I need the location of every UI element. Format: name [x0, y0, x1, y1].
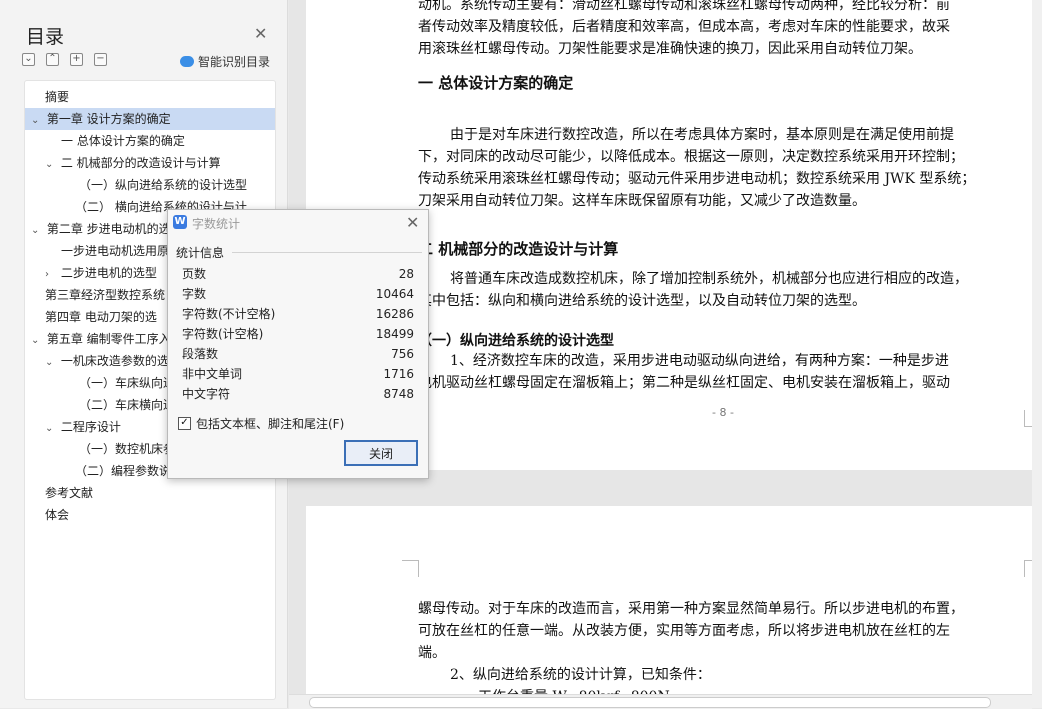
margin-corner — [402, 560, 419, 577]
chevron-down-icon[interactable]: ⌄ — [31, 220, 43, 240]
checkbox[interactable]: ✓ — [178, 417, 191, 430]
paragraph: 1、经济数控车床的改造，采用步进电动驱动纵向进给，有两种方案：一种是步进 电机驱… — [418, 353, 950, 391]
chevron-down-icon[interactable]: ⌄ — [45, 352, 57, 372]
smart-toc-label: 智能识别目录 — [198, 55, 271, 69]
chevron-down-icon[interactable]: ⌄ — [31, 110, 43, 130]
close-icon[interactable]: ✕ — [254, 24, 267, 43]
stat-row: 字符数(计空格) 18499 — [182, 327, 414, 341]
stat-row: 非中文单词 1716 — [182, 367, 414, 381]
toc-item[interactable]: （一）纵向进给系统的设计选型 — [25, 174, 275, 196]
dialog-title: 字数统计 — [192, 217, 241, 231]
section-heading: 一 总体设计方案的确定 — [418, 74, 574, 92]
stat-row: 段落数 756 — [182, 347, 414, 361]
stat-row: 字数 10464 — [182, 287, 414, 301]
word-count-dialog: W 字数统计 ✕ 统计信息 页数 28 字数 10464 字符数(不计空格) 1628… — [167, 209, 429, 479]
collapse-all-icon[interactable]: ⌄ — [22, 53, 35, 66]
stat-row: 中文字符 8748 — [182, 387, 414, 401]
include-textbox-checkbox[interactable]: ✓ 包括文本框、脚注和尾注(F) — [178, 415, 344, 432]
remove-icon[interactable]: − — [94, 53, 107, 66]
stat-row: 页数 28 — [182, 267, 414, 281]
paragraph: 由于是对车床进行数控改造，所以在考虑具体方案时，基本原则是在满足使用前提 下，对… — [418, 127, 976, 209]
page-number: - 8 - — [712, 406, 734, 419]
vertical-scrollbar[interactable] — [1032, 0, 1042, 708]
toc-item[interactable]: 体会 — [25, 504, 275, 526]
stat-row: 字符数(不计空格) 16286 — [182, 307, 414, 321]
toc-item[interactable]: ⌄ 第一章 设计方案的确定 — [25, 108, 275, 130]
divider — [232, 252, 422, 253]
add-icon[interactable]: + — [70, 53, 83, 66]
ai-cloud-icon — [180, 56, 194, 67]
paragraph: 动机。系统传动主要有：滑动丝杠螺母传动和滚珠丝杠螺母传动两种，经比较分析：前 者… — [418, 0, 950, 57]
expand-icon[interactable]: ⌃ — [46, 53, 59, 66]
document-page[interactable]: 螺母传动。对于车床的改造而言，采用第一种方案显然简单易行。所以步进电机的布置， … — [306, 506, 1041, 708]
horizontal-scrollbar[interactable] — [289, 694, 1032, 709]
checkbox-label: 包括文本框、脚注和尾注(F) — [196, 417, 345, 431]
close-icon[interactable]: ✕ — [406, 213, 419, 232]
section-label: 统计信息 — [176, 246, 225, 260]
chevron-down-icon[interactable]: ⌄ — [31, 330, 43, 350]
toc-title: 目录 — [26, 26, 65, 48]
paragraph: 将普通车床改造成数控机床，除了增加控制系统外，机械部分也应进行相应的改造， 其中… — [418, 271, 968, 309]
chevron-down-icon[interactable]: ⌄ — [45, 418, 57, 438]
chevron-down-icon[interactable]: ⌄ — [45, 154, 57, 174]
wps-logo-icon: W — [173, 215, 187, 229]
subsection-heading: （一）纵向进给系统的设计选型 — [418, 333, 614, 349]
smart-toc-button[interactable]: 智能识别目录 — [180, 53, 270, 70]
paragraph: 螺母传动。对于车床的改造而言，采用第一种方案显然简单易行。所以步进电机的布置， … — [418, 601, 964, 705]
section-heading: 二 机械部分的改造设计与计算 — [418, 240, 619, 258]
chevron-right-icon[interactable]: › — [45, 264, 57, 284]
toc-item[interactable]: ⌄ 二 机械部分的改造设计与计算 — [25, 152, 275, 174]
scrollbar-thumb[interactable] — [309, 697, 991, 708]
toc-item[interactable]: 一 总体设计方案的确定 — [25, 130, 275, 152]
toc-item[interactable]: 摘要 — [25, 86, 275, 108]
toc-item[interactable]: 参考文献 — [25, 482, 275, 504]
close-button[interactable]: 关闭 — [344, 440, 418, 466]
